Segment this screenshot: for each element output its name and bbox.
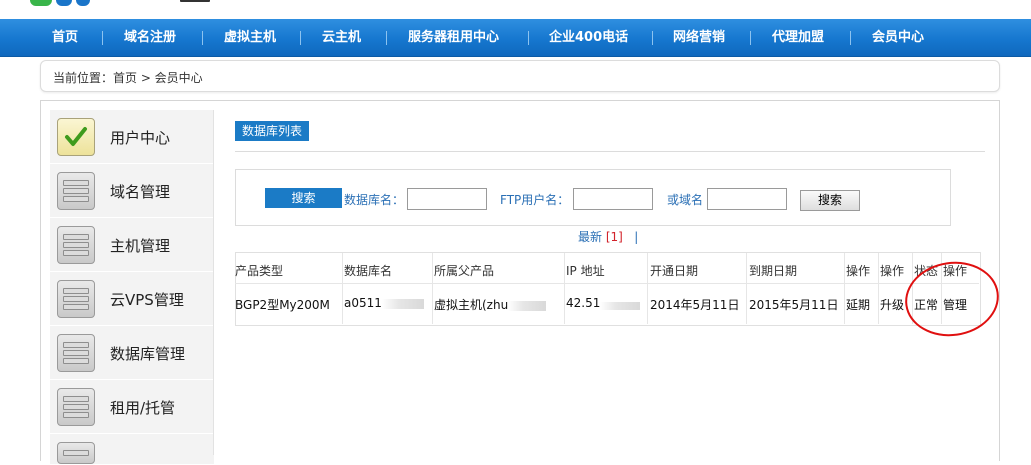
checkmark-icon xyxy=(57,118,95,156)
nav-cloud-host[interactable]: 云主机 xyxy=(322,19,361,56)
sidebar-item-more[interactable] xyxy=(50,434,214,465)
pagination: 最新 [1] | xyxy=(578,228,638,245)
nav-separator xyxy=(850,31,851,45)
db-name-label: 数据库名： xyxy=(344,193,405,207)
sidebar-item-vps-manage[interactable]: 云VPS管理 xyxy=(50,272,214,326)
table-header-open-date: 开通日期 xyxy=(650,264,699,278)
table-header-op: 操作 xyxy=(943,264,968,278)
table-col-divider xyxy=(647,253,648,324)
nav-separator xyxy=(386,31,387,45)
nav-separator xyxy=(750,31,751,45)
sidebar-divider xyxy=(213,110,214,455)
upgrade-link[interactable]: 升级 xyxy=(880,296,904,313)
server-icon xyxy=(57,442,95,464)
db-name-input[interactable] xyxy=(407,188,487,210)
sidebar-item-label: 云VPS管理 xyxy=(110,291,184,309)
nav-separator xyxy=(528,31,529,45)
nav-separator xyxy=(202,31,203,45)
main-nav: 首页 域名注册 虚拟主机 云主机 服务器租用中心 企业400电话 网络营销 代理… xyxy=(0,19,1031,57)
search-button[interactable]: 搜索 xyxy=(800,190,860,211)
nav-400-phone[interactable]: 企业400电话 xyxy=(549,19,628,56)
sidebar-item-host-manage[interactable]: 主机管理 xyxy=(50,218,214,272)
table-col-divider xyxy=(912,253,913,324)
table-col-divider xyxy=(941,253,942,324)
table-header-status: 状态 xyxy=(914,264,939,278)
server-icon xyxy=(57,226,95,264)
table-row-divider xyxy=(235,283,979,284)
nav-virtual-host[interactable]: 虚拟主机 xyxy=(224,19,276,56)
renew-link[interactable]: 延期 xyxy=(846,296,870,313)
manage-link[interactable]: 管理 xyxy=(943,296,967,313)
nav-marketing[interactable]: 网络营销 xyxy=(673,19,725,56)
sidebar-item-label: 域名管理 xyxy=(110,183,171,201)
status-text: 正常 xyxy=(914,298,939,312)
sidebar-item-label: 数据库管理 xyxy=(110,345,186,363)
table-header-parent-product: 所属父产品 xyxy=(434,264,495,278)
cell-ip: 42.51 xyxy=(566,296,644,310)
server-icon xyxy=(57,388,95,426)
nav-home[interactable]: 首页 xyxy=(52,19,78,56)
database-list-title: 数据库列表 xyxy=(235,121,310,141)
nav-separator xyxy=(652,31,653,45)
table-header-db-name: 数据库名 xyxy=(344,264,393,278)
domain-input[interactable] xyxy=(707,188,787,210)
table-col-divider xyxy=(432,253,433,324)
table-header-expire-date: 到期日期 xyxy=(749,264,798,278)
sidebar-item-database-manage[interactable]: 数据库管理 xyxy=(50,326,214,380)
cell-product-type: BGP2型My200M xyxy=(235,298,330,312)
table-header-op: 操作 xyxy=(846,264,871,278)
sidebar-item-domain-manage[interactable]: 域名管理 xyxy=(50,164,214,218)
sidebar-item-label: 租用/托管 xyxy=(110,399,176,417)
breadcrumb-text: 当前位置：首页 > 会员中心 xyxy=(53,71,203,85)
nav-agent[interactable]: 代理加盟 xyxy=(772,19,824,56)
nav-separator xyxy=(102,31,103,45)
table-header-op: 操作 xyxy=(880,264,905,278)
table-header-ip: IP 地址 xyxy=(566,264,605,278)
search-tag: 搜索 xyxy=(265,188,342,208)
cell-expire-date: 2015年5月11日 xyxy=(749,298,839,312)
server-icon xyxy=(57,172,95,210)
table-header-product-type: 产品类型 xyxy=(235,264,284,278)
cell-parent-product: 虚拟主机(zhu xyxy=(434,296,562,313)
pager-current-page[interactable]: [1] xyxy=(606,230,623,244)
site-logo[interactable] xyxy=(30,0,220,8)
nav-server-rental[interactable]: 服务器租用中心 xyxy=(408,19,499,56)
table-col-divider xyxy=(746,253,747,324)
nav-domain-register[interactable]: 域名注册 xyxy=(124,19,176,56)
table-col-divider xyxy=(342,253,343,324)
pager-separator: | xyxy=(634,230,639,244)
server-icon xyxy=(57,280,95,318)
cell-open-date: 2014年5月11日 xyxy=(650,298,740,312)
title-divider xyxy=(235,151,985,152)
sidebar-item-user-center[interactable]: 用户中心 xyxy=(50,110,214,164)
table-col-divider xyxy=(564,253,565,324)
domain-label: 或域名 xyxy=(667,193,704,207)
table-col-divider xyxy=(844,253,845,324)
sidebar-item-label: 用户中心 xyxy=(110,129,171,147)
pager-latest[interactable]: 最新 xyxy=(578,230,602,244)
server-icon xyxy=(57,334,95,372)
nav-member-center[interactable]: 会员中心 xyxy=(872,19,924,56)
sidebar-item-label: 主机管理 xyxy=(110,237,171,255)
ftp-user-label: FTP用户名： xyxy=(500,193,570,207)
nav-separator xyxy=(300,31,301,45)
breadcrumb: 当前位置：首页 > 会员中心 xyxy=(40,60,1000,92)
cell-db-name: a0511 xyxy=(344,296,430,310)
sidebar-item-rental-hosting[interactable]: 租用/托管 xyxy=(50,380,214,434)
table-col-divider xyxy=(878,253,879,324)
ftp-user-input[interactable] xyxy=(573,188,653,210)
